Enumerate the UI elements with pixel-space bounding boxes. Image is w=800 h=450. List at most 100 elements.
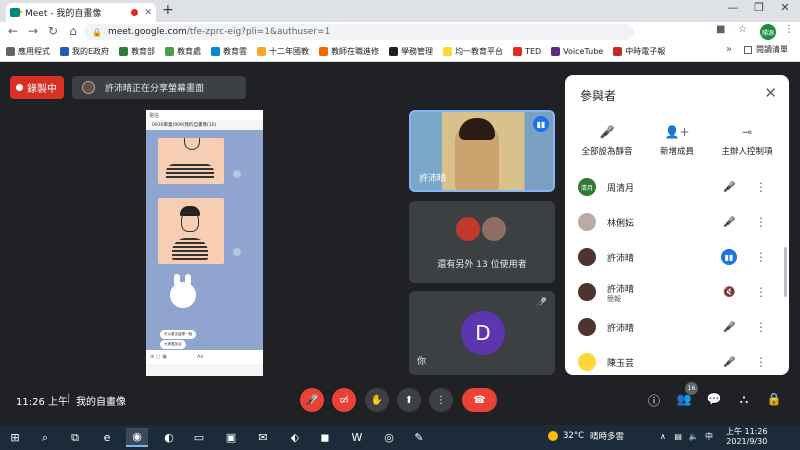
edge-icon[interactable]: ◐	[158, 428, 180, 447]
host-controls-button[interactable]: ⊸ 主辦人控制項	[707, 125, 787, 157]
participant-avatar	[578, 318, 596, 336]
zoom-icon[interactable]: ◎	[378, 428, 400, 447]
tray-chevron-icon[interactable]: ∧	[660, 432, 666, 441]
add-people-button[interactable]: 👤+ 新增成員	[637, 125, 717, 157]
star-icon[interactable]: ☆	[738, 24, 747, 35]
mail-icon[interactable]: ✉	[252, 428, 274, 447]
recording-button[interactable]: 錄製中	[10, 76, 64, 99]
ime-indicator[interactable]: 中	[705, 432, 713, 441]
forward-button[interactable]: →	[26, 24, 40, 38]
store-icon[interactable]: ▣	[220, 428, 242, 447]
more-options-icon[interactable]: ⋮	[755, 355, 767, 369]
mic-off-icon[interactable]: 🎤̸	[723, 357, 735, 368]
video-tile-others[interactable]: 還有另外 13 位使用者	[409, 201, 555, 283]
paint-icon[interactable]: ✎	[408, 428, 430, 447]
bookmark-item[interactable]: 應用程式	[6, 46, 50, 57]
address-bar[interactable]: 🔒 meet.google.com /tfe-zprc-eig?pli=1&au…	[84, 24, 634, 40]
hang-up-icon: ☎	[473, 394, 486, 406]
present-button[interactable]: ⬆	[397, 388, 421, 412]
video-tile-presenter[interactable]: ▮▮ 許沛晴	[409, 110, 555, 192]
weather-widget[interactable]: 32°C 晴時多雲	[548, 430, 624, 442]
browser-tab[interactable]: Meet - 我的自畫像 ✕	[6, 3, 156, 22]
chat-input-hint: Aa	[196, 354, 204, 360]
scrollbar[interactable]	[784, 247, 787, 297]
more-options-button[interactable]: ⋮	[429, 388, 453, 412]
maximize-button[interactable]: ❐	[748, 1, 770, 14]
ie-icon[interactable]: e	[96, 428, 118, 447]
bookmark-item[interactable]: 均一教育平台	[443, 46, 503, 57]
participant-count-badge: 16	[685, 382, 698, 395]
reading-list-button[interactable]: 閱讀清單	[744, 44, 788, 55]
participant-row[interactable]: 許沛晴 ▮▮ ⋮	[565, 242, 789, 272]
more-options-icon[interactable]: ⋮	[755, 215, 767, 229]
bookmark-item[interactable]: 學務管理	[389, 46, 433, 57]
camera-in-use-icon[interactable]: ■	[716, 24, 725, 35]
file-explorer-icon[interactable]: ▭	[188, 428, 210, 447]
participant-row[interactable]: 許沛晴 簡報 🔇 ⋮	[565, 277, 789, 307]
volume-off-icon[interactable]: 🔇	[723, 287, 735, 298]
more-options-icon[interactable]: ⋮	[755, 285, 767, 299]
host-controls-icon[interactable]: 🔒	[765, 392, 783, 406]
close-panel-button[interactable]: ✕	[764, 84, 777, 102]
more-options-icon[interactable]: ⋮	[755, 180, 767, 194]
minimize-button[interactable]: —	[722, 1, 744, 14]
volume-icon[interactable]: 🔈	[689, 432, 699, 441]
chat-icon[interactable]: 💬	[705, 392, 723, 406]
bookmark-item[interactable]: VoiceTube	[551, 47, 603, 56]
activities-icon[interactable]: ⛬	[735, 392, 753, 407]
profile-avatar[interactable]: 陽源	[760, 24, 776, 40]
home-button[interactable]: ⌂	[66, 24, 80, 38]
back-button[interactable]: ←	[6, 24, 20, 38]
app-icon[interactable]: ⬖	[284, 428, 306, 447]
mic-off-icon[interactable]: 🎤̸	[723, 182, 735, 193]
menu-icon[interactable]: ⋮	[784, 24, 794, 35]
participant-row[interactable]: 清月 周清月 🎤̸ ⋮	[565, 172, 789, 202]
more-options-icon[interactable]: ⋮	[755, 320, 767, 334]
mute-all-button[interactable]: 🎤̸ 全部設為靜音	[567, 125, 647, 157]
bookmark-label: 均一教育平台	[455, 47, 504, 56]
camera-toggle-button[interactable]: ▭̸	[332, 388, 356, 412]
new-tab-button[interactable]: +	[162, 2, 174, 18]
clock[interactable]: 上午 11:26 2021/9/30	[726, 427, 768, 447]
mic-toggle-button[interactable]: 🎤̸	[300, 388, 324, 412]
bookmark-item[interactable]: 教育雲	[211, 46, 247, 57]
phone-nav-bar	[146, 364, 263, 376]
reading-list-label: 閱讀清單	[756, 45, 788, 54]
bookmark-item[interactable]: 我的E政府	[60, 46, 109, 57]
bookmark-item[interactable]: 教育處	[165, 46, 201, 57]
task-view-icon[interactable]: ⧉	[64, 428, 86, 447]
chrome-icon[interactable]: ◉	[126, 428, 148, 447]
windows-start-icon[interactable]: ⊞	[4, 428, 26, 447]
participant-row[interactable]: 林俐妘 🎤̸ ⋮	[565, 207, 789, 237]
raise-hand-button[interactable]: ✋	[365, 388, 389, 412]
toggle-icon: ⊸	[741, 125, 753, 139]
mic-off-icon[interactable]: 🎤̸	[723, 322, 735, 333]
bookmark-label: 中時電子報	[625, 47, 666, 56]
bookmark-item[interactable]: TED	[513, 47, 541, 56]
chat-area: 可以畫出這樣一個 大家要加油	[146, 130, 263, 350]
network-icon[interactable]: ▤	[674, 432, 682, 441]
bookmark-item[interactable]: 教師在職進修	[319, 46, 379, 57]
tab-close-icon[interactable]: ✕	[144, 8, 152, 18]
system-tray[interactable]: ∧ ▤ 🔈 中	[660, 431, 713, 442]
presenting-banner: 許沛晴正在分享螢幕畫面	[72, 76, 246, 99]
mic-off-icon[interactable]: 🎤̸	[723, 217, 735, 228]
bookmark-item[interactable]: 十二年國教	[257, 46, 309, 57]
close-window-button[interactable]: ✕	[774, 1, 796, 14]
leave-call-button[interactable]: ☎	[462, 388, 497, 412]
word-icon[interactable]: W	[346, 428, 368, 447]
mic-off-icon: 🎤̸	[305, 394, 319, 406]
meeting-details-icon[interactable]: ⓘ	[645, 392, 663, 409]
participant-row[interactable]: 許沛晴 🎤̸ ⋮	[565, 312, 789, 342]
line-icon[interactable]: ◼	[314, 428, 336, 447]
participant-row[interactable]: 陳玉芸 🎤̸ ⋮	[565, 347, 789, 375]
bookmark-item[interactable]: 中時電子報	[613, 46, 665, 57]
video-tile-self[interactable]: 🎤̸ D 你	[409, 291, 555, 375]
meeting-name: 我的自畫像	[76, 397, 126, 408]
bookmarks-more-button[interactable]: »	[726, 44, 732, 55]
bookmark-item[interactable]: 教育部	[119, 46, 155, 57]
reload-button[interactable]: ↻	[46, 24, 60, 38]
chat-header: 0930畢業(909)我的自畫像(16)	[146, 120, 263, 130]
more-options-icon[interactable]: ⋮	[755, 250, 767, 264]
search-icon[interactable]: ⌕	[34, 428, 56, 447]
